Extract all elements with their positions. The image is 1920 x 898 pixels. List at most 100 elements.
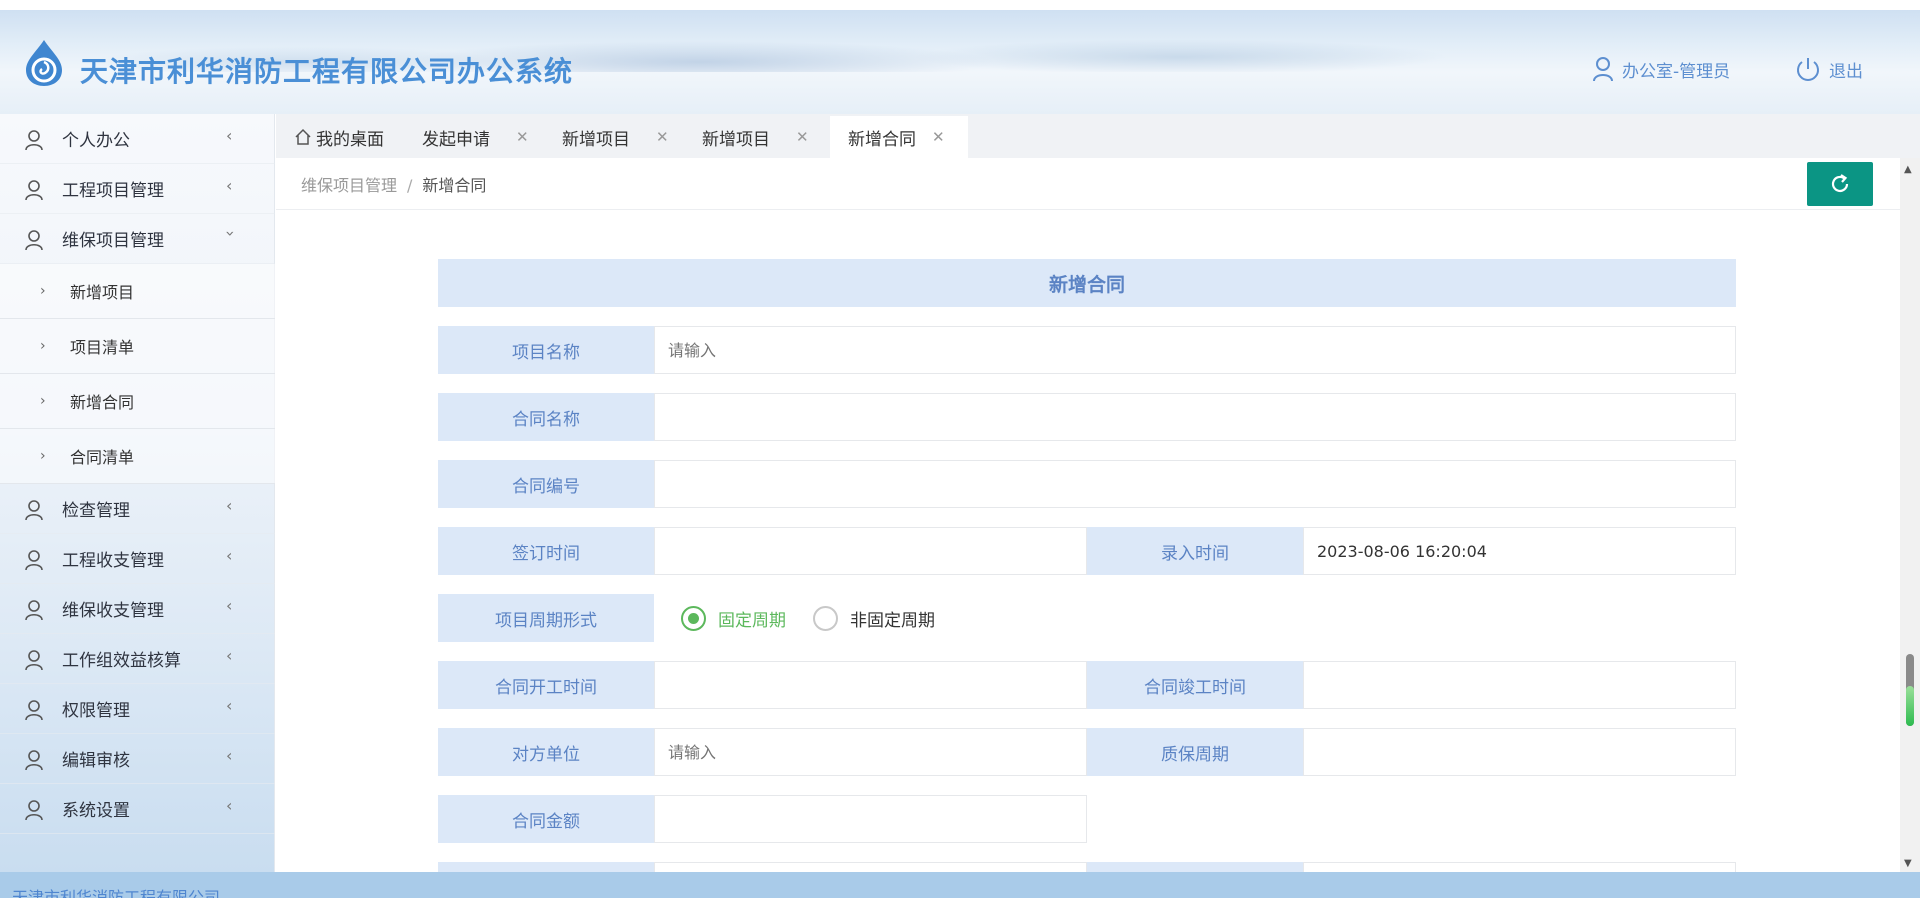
sidebar-item-personal-office[interactable]: 个人办公 ‹ [0,114,275,164]
radio-label: 固定周期 [718,610,786,631]
finish-time-input[interactable] [1303,661,1736,709]
sidebar: 个人办公 ‹ 工程项目管理 ‹ 维保项目管理 ‹ › 新增项目 › 项目清单 ›… [0,114,275,872]
tab-start-application[interactable]: 发起申请 ✕ [404,116,544,158]
tab-label: 新增项目 [562,129,630,150]
sidebar-item-maintenance-finance[interactable]: 维保收支管理 ‹ [0,584,275,634]
user-icon [25,650,43,671]
sidebar-subitem-label: 新增项目 [70,283,135,302]
cycle-radio-group: 固定周期 非固定周期 [654,594,935,642]
contract-name-input[interactable] [654,393,1736,441]
tab-new-project-2[interactable]: 新增项目 ✕ [684,116,824,158]
refresh-button[interactable] [1807,162,1873,206]
sidebar-item-label: 权限管理 [62,701,130,721]
counterparty-input[interactable] [654,728,1087,776]
user-icon [1593,57,1613,82]
sidebar-subitem-label: 合同清单 [70,448,135,467]
tab-my-desktop[interactable]: 我的桌面 [276,116,404,158]
close-icon[interactable]: ✕ [932,128,945,146]
contract-number-input[interactable] [654,460,1736,508]
scrollbar[interactable] [1900,158,1920,872]
start-time-input[interactable] [654,661,1087,709]
sidebar-item-label: 系统设置 [62,801,130,821]
user-icon [25,700,43,721]
top-strip [0,0,1920,10]
sidebar-subitem-new-contract[interactable]: › 新增合同 [0,374,275,429]
breadcrumb: 维保项目管理 / 新增合同 [301,172,486,196]
next-row-input-2[interactable] [1303,862,1736,872]
chevron-left-icon: ‹ [226,496,233,515]
scroll-down-arrow-icon[interactable]: ▼ [1904,858,1912,869]
logout-button[interactable]: 退出 [1795,56,1863,82]
next-row-input[interactable] [654,862,1087,872]
sidebar-item-maintenance-projects[interactable]: 维保项目管理 ‹ [0,214,275,264]
sidebar-subitem-contract-list[interactable]: › 合同清单 [0,429,275,484]
chevron-left-icon: ‹ [226,696,233,715]
sign-time-label: 签订时间 [438,527,654,575]
tab-new-contract[interactable]: 新增合同 ✕ [830,116,968,158]
sidebar-subitem-label: 新增合同 [70,393,135,412]
sidebar-item-edit-review[interactable]: 编辑审核 ‹ [0,734,275,784]
tab-new-project-1[interactable]: 新增项目 ✕ [544,116,684,158]
close-icon[interactable]: ✕ [516,128,529,146]
project-name-input[interactable] [654,326,1736,374]
close-icon[interactable]: ✕ [656,128,669,146]
sidebar-subitem-new-project[interactable]: › 新增项目 [0,264,275,319]
entry-time-label: 录入时间 [1087,527,1303,575]
chevron-right-icon: › [40,448,46,464]
sidebar-item-system-settings[interactable]: 系统设置 ‹ [0,784,275,834]
chevron-left-icon: ‹ [226,176,233,195]
main-content: 维保项目管理 / 新增合同 新增合同 项目名称 合同名称 合同编号 签订时间 录入时… [276,158,1900,872]
finish-time-label: 合同竣工时间 [1087,661,1303,709]
contract-number-label: 合同编号 [438,460,654,508]
sidebar-subitem-project-list[interactable]: › 项目清单 [0,319,275,374]
sign-time-input[interactable] [654,527,1087,575]
chevron-right-icon: › [40,283,46,299]
footer-text: 天津市利华消防工程有限公司 [12,888,221,898]
row-amount: 合同金额 [438,795,1736,843]
counterparty-label: 对方单位 [438,728,654,776]
row-contract-name: 合同名称 [438,393,1736,441]
sidebar-item-engineering-projects[interactable]: 工程项目管理 ‹ [0,164,275,214]
sidebar-item-label: 维保收支管理 [62,601,164,621]
amount-input[interactable] [654,795,1087,843]
sidebar-subitem-label: 项目清单 [70,338,135,357]
user-name: 办公室-管理员 [1622,61,1731,82]
radio-unchecked-icon [813,605,838,631]
sidebar-item-label: 编辑审核 [62,751,130,771]
form-title: 新增合同 [438,259,1736,307]
sidebar-item-permissions[interactable]: 权限管理 ‹ [0,684,275,734]
next-row-label-2 [1087,862,1303,872]
breadcrumb-divider [276,209,1900,210]
sidebar-item-inspection[interactable]: 检查管理 ‹ [0,484,275,534]
radio-non-fixed-cycle[interactable]: 非固定周期 [813,605,935,631]
logout-label: 退出 [1829,61,1863,82]
radio-fixed-cycle[interactable]: 固定周期 [681,605,786,631]
sidebar-item-engineering-finance[interactable]: 工程收支管理 ‹ [0,534,275,584]
user-icon [25,500,43,521]
warranty-input[interactable] [1303,728,1736,776]
chevron-right-icon: › [40,338,46,354]
footer: 天津市利华消防工程有限公司 [0,872,1920,898]
breadcrumb-separator: / [407,176,413,195]
scroll-up-arrow-icon[interactable]: ▲ [1904,164,1912,175]
chevron-left-icon: ‹ [226,646,233,665]
sidebar-item-label: 工作组效益核算 [62,651,181,671]
chevron-down-icon: ‹ [219,230,239,237]
user-icon [25,750,43,771]
entry-time-value: 2023-08-06 16:20:04 [1303,527,1736,575]
breadcrumb-current: 新增合同 [422,176,487,195]
user-icon [25,230,43,251]
row-dates: 签订时间 录入时间 2023-08-06 16:20:04 [438,527,1736,575]
user-icon [25,800,43,821]
row-contract-number: 合同编号 [438,460,1736,508]
user-menu[interactable]: 办公室-管理员 [1592,56,1730,82]
close-icon[interactable]: ✕ [796,128,809,146]
sidebar-item-label: 工程项目管理 [62,181,164,201]
row-cycle-form: 项目周期形式 固定周期 非固定周期 [438,594,1736,642]
start-time-label: 合同开工时间 [438,661,654,709]
tab-label: 新增项目 [702,129,770,150]
sidebar-item-workgroup-accounting[interactable]: 工作组效益核算 ‹ [0,634,275,684]
breadcrumb-parent[interactable]: 维保项目管理 [301,176,397,195]
sidebar-item-label: 维保项目管理 [62,231,164,251]
tab-label: 我的桌面 [316,129,384,150]
